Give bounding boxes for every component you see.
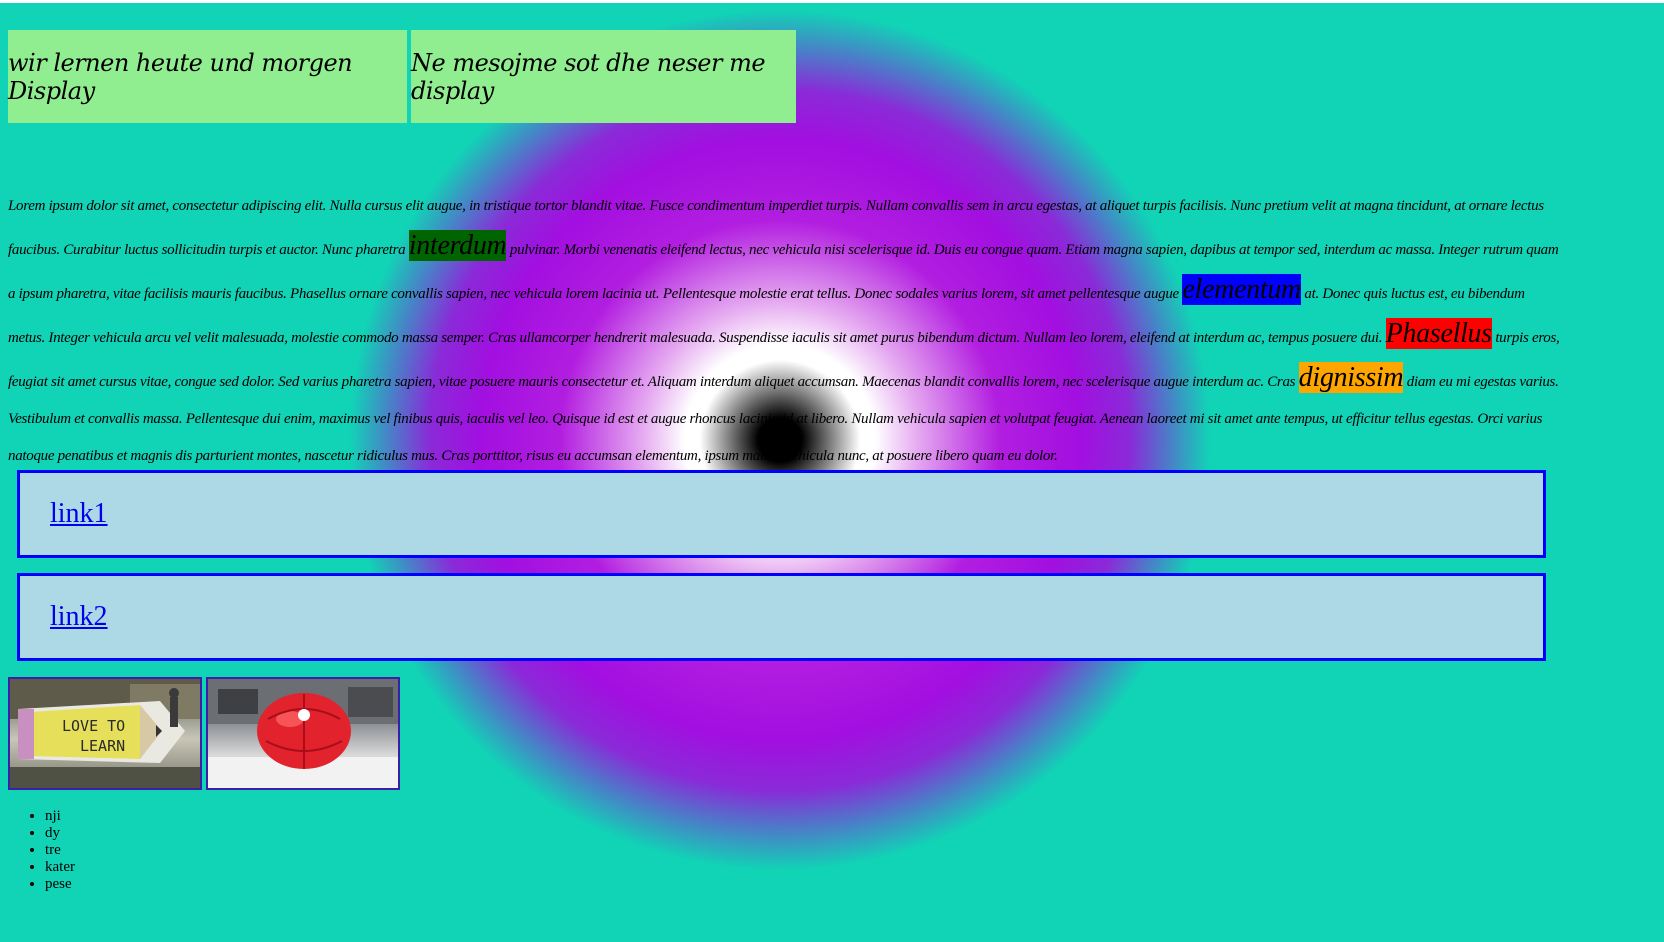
pic1-line2: LEARN [80,737,125,755]
highlight-dignissim: dignissim [1298,362,1404,393]
highlight-phasellus: Phasellus [1385,318,1492,349]
red-ball-graphic [208,679,398,788]
number-list: nji dy tre kater pese [8,808,75,893]
highlight-elementum: elementum [1182,274,1301,305]
page: { "headers": { "left": "wir lernen heute… [0,0,1664,942]
link-box-2: link2 [17,573,1546,661]
list-item: kater [45,859,75,876]
header-box-albanian: Ne mesojme sot dhe neser me display [411,30,796,123]
pic1-line1: LOVE TO [62,717,125,735]
image-row: LOVE TO LEARN [8,677,400,790]
highlight-interdum: interdum [408,230,507,261]
love-to-learn-image: LOVE TO LEARN [8,677,202,790]
list-item: pese [45,876,75,893]
list-item: dy [45,825,75,842]
list-item: nji [45,808,75,825]
pencil-sign-graphic: LOVE TO LEARN [10,679,200,788]
header-albanian-text: Ne mesojme sot dhe neser me display [411,48,766,105]
link-1[interactable]: link1 [50,498,108,530]
red-ball-image [206,677,400,790]
lorem-paragraph: Lorem ipsum dolor sit amet, consectetur … [8,188,1560,475]
link-box-1: link1 [17,470,1546,558]
link-2[interactable]: link2 [50,601,108,633]
header-row: wir lernen heute und morgen Display Ne m… [8,30,796,123]
header-german-text: wir lernen heute und morgen Display [8,48,353,105]
top-divider [0,0,1664,3]
header-box-german: wir lernen heute und morgen Display [8,30,407,123]
list-item: tre [45,842,75,859]
